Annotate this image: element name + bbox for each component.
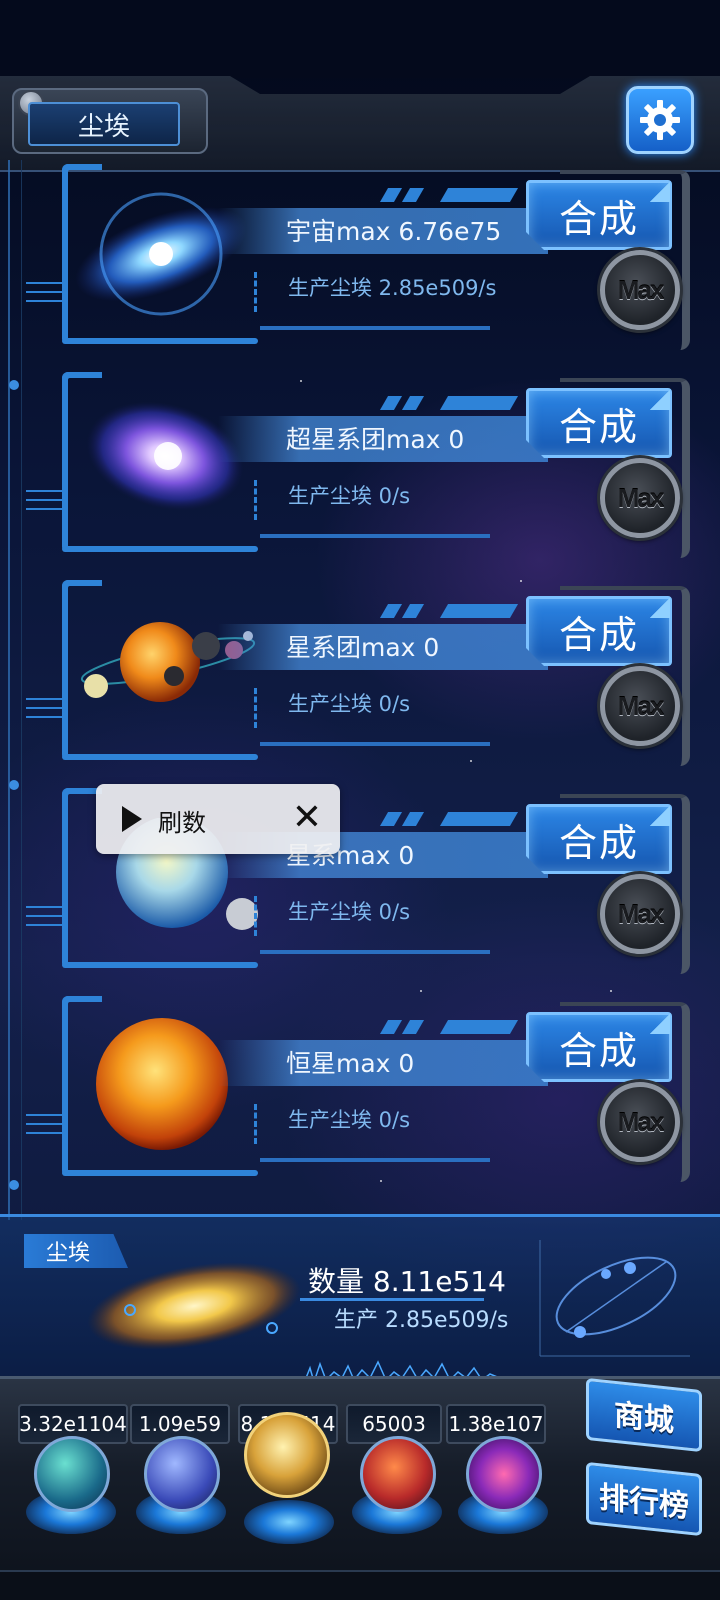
row-frame-line (62, 754, 258, 760)
star-sun-icon (96, 1018, 228, 1150)
max-button[interactable]: Max (600, 666, 680, 746)
play-icon[interactable] (122, 806, 142, 832)
status-bar-area (0, 0, 720, 78)
star-dot (420, 990, 422, 992)
max-button[interactable]: Max (600, 1082, 680, 1162)
row-production: 生产尘埃 0/s (288, 692, 411, 716)
row-frame-line (260, 950, 490, 954)
row-name: 恒星max 0 (286, 1049, 415, 1078)
corner-decoration (650, 182, 670, 202)
upgrade-row-supercluster: 超星系团max 0 生产尘埃 0/s 合成 Max (0, 372, 720, 572)
dust-tab[interactable]: 尘埃 (28, 102, 180, 146)
orbit-diagram-icon (539, 1240, 690, 1357)
corner-decoration (650, 390, 670, 410)
stripe-decoration (379, 1020, 519, 1034)
corner-decoration (650, 1014, 670, 1034)
row-production: 生产尘埃 0/s (288, 900, 411, 924)
row-frame-line (260, 534, 490, 538)
lightning-orb-icon[interactable] (144, 1436, 220, 1512)
circuit-decoration (26, 282, 62, 302)
shop-button[interactable]: 商城 (586, 1377, 702, 1453)
row-frame (62, 788, 102, 968)
max-button[interactable]: Max (600, 250, 680, 330)
stripe-decoration (379, 604, 519, 618)
circuit-decoration (26, 490, 62, 510)
circuit-decoration (26, 906, 62, 926)
corner-decoration (650, 806, 670, 826)
row-frame-line (62, 338, 258, 344)
row-frame (62, 996, 102, 1176)
orb-pedestal (244, 1500, 334, 1544)
row-frame-line (62, 1170, 258, 1176)
settings-button[interactable] (626, 86, 694, 154)
stripe-decoration (379, 812, 519, 826)
row-frame-line (62, 962, 258, 968)
star-dot (610, 990, 612, 992)
corner-decoration (650, 598, 670, 618)
upgrade-row-cluster: 星系团max 0 生产尘埃 0/s 合成 Max (0, 580, 720, 780)
molecule-orb-icon[interactable] (34, 1436, 110, 1512)
dust-cloud-icon (87, 1262, 301, 1350)
upgrade-row-star: 恒星max 0 生产尘埃 0/s 合成 Max (0, 996, 720, 1196)
row-frame-line (260, 742, 490, 746)
max-button[interactable]: Max (600, 458, 680, 538)
upgrade-row-universe: 宇宙max 6.76e75 生产尘埃 2.85e509/s 合成 Max (0, 164, 720, 364)
stripe-decoration (379, 396, 519, 410)
row-frame-line (260, 326, 490, 330)
stripe-decoration (379, 188, 519, 202)
dust-production: 生产 2.85e509/s (334, 1308, 509, 1333)
bottom-strip (0, 1570, 720, 1600)
dash-decoration (254, 1104, 258, 1144)
dash-decoration (254, 688, 258, 728)
close-icon[interactable]: ✕ (290, 798, 324, 838)
row-production: 生产尘埃 0/s (288, 484, 411, 508)
row-name: 宇宙max 6.76e75 (286, 217, 502, 246)
dust-orb-icon[interactable] (244, 1412, 330, 1498)
circuit-decoration (26, 698, 62, 718)
row-frame (62, 372, 102, 552)
vortex-orb-icon[interactable] (466, 1436, 542, 1512)
popup-label[interactable]: 刷数 (158, 803, 206, 838)
dash-decoration (254, 896, 258, 936)
gear-icon (640, 100, 680, 140)
row-frame-line (260, 1158, 490, 1162)
row-production: 生产尘埃 2.85e509/s (288, 276, 497, 300)
row-frame-line (62, 546, 258, 552)
dash-decoration (254, 480, 258, 520)
neural-orb-icon[interactable] (360, 1436, 436, 1512)
dash-decoration (254, 272, 258, 312)
row-production: 生产尘埃 0/s (288, 1108, 411, 1132)
row-name: 星系团max 0 (286, 633, 440, 662)
circuit-decoration (26, 1114, 62, 1134)
universe-galaxy-icon (75, 192, 247, 316)
row-name: 超星系团max 0 (286, 425, 465, 454)
max-button[interactable]: Max (600, 874, 680, 954)
ranking-button[interactable]: 排行榜 (586, 1461, 702, 1537)
dust-count: 数量 8.11e514 (308, 1265, 506, 1298)
